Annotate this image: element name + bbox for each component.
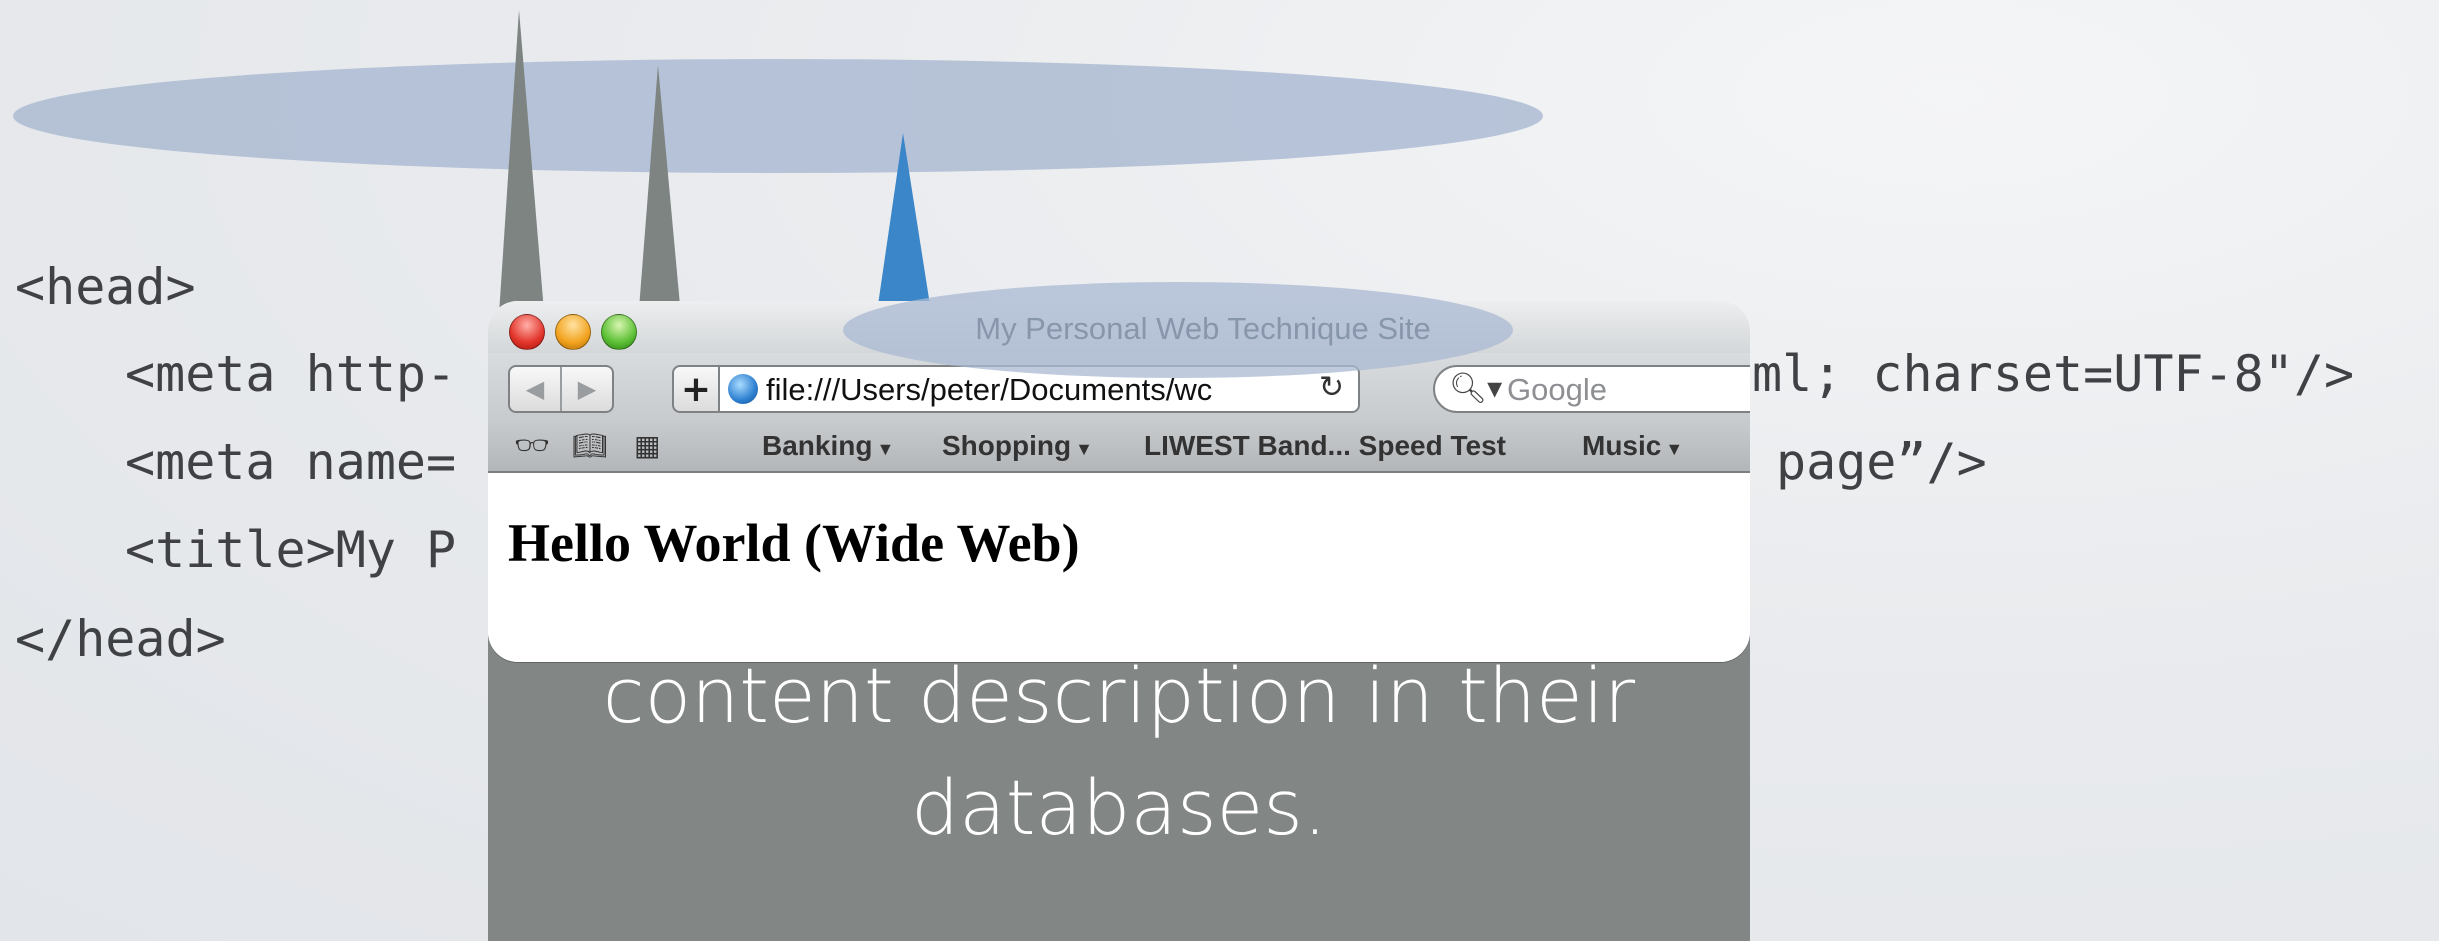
forward-button[interactable]: ▶ — [560, 367, 612, 411]
search-field[interactable]: 🔍︎▾ Google — [1433, 365, 1750, 413]
minimize-icon[interactable] — [555, 314, 591, 350]
forward-arrow-icon: ▶ — [577, 375, 597, 403]
reload-icon[interactable]: ↻ — [1319, 370, 1344, 405]
zoom-icon[interactable] — [601, 314, 637, 350]
window-title: My Personal Web Technique Site — [975, 311, 1431, 346]
reading-glasses-icon[interactable]: 👓︎ — [514, 429, 550, 462]
search-icon[interactable]: 🔍︎▾ — [1449, 371, 1502, 406]
address-bar[interactable]: file:///Users/peter/Documents/wc ↻ — [718, 365, 1360, 413]
bookmark-music[interactable]: Music ▼ — [1582, 429, 1683, 466]
title-bar: My Personal Web Technique Site — [488, 301, 1750, 353]
highlight-ellipse-large — [13, 59, 1543, 173]
back-arrow-icon: ◀ — [525, 375, 545, 403]
close-icon[interactable] — [509, 314, 545, 350]
chevron-down-icon: ▼ — [1665, 439, 1684, 459]
top-sites-grid-icon[interactable]: ▦ — [634, 429, 660, 462]
chevron-down-icon: ▼ — [876, 439, 895, 459]
bookmark-banking[interactable]: Banking ▼ — [762, 429, 894, 466]
page-heading: Hello World (Wide Web) — [508, 513, 1080, 573]
bookmark-shopping[interactable]: Shopping ▼ — [942, 429, 1093, 466]
nav-button-group: ◀ ▶ — [508, 365, 614, 413]
bookmarks-bar: 👓︎ 📖︎ ▦ Banking ▼ Shopping ▼ LIWEST Band..… — [488, 419, 1750, 473]
search-placeholder: Google — [1507, 372, 1607, 407]
globe-icon — [728, 374, 758, 404]
chevron-down-icon: ▼ — [1075, 439, 1093, 459]
toolbar: ◀ ▶ + file:///Users/peter/Documents/wc ↻… — [488, 353, 1750, 419]
address-text[interactable]: file:///Users/peter/Documents/wc — [766, 371, 1286, 409]
back-button[interactable]: ◀ — [510, 367, 560, 411]
open-book-icon[interactable]: 📖︎ — [572, 429, 608, 462]
browser-window: My Personal Web Technique Site ◀ ▶ + fil… — [488, 301, 1750, 662]
bookmark-liwest-speed-test[interactable]: LIWEST Band... Speed Test — [1144, 429, 1506, 463]
add-bookmark-button[interactable]: + — [672, 365, 718, 413]
page-content: Hello World (Wide Web) — [488, 473, 1750, 662]
